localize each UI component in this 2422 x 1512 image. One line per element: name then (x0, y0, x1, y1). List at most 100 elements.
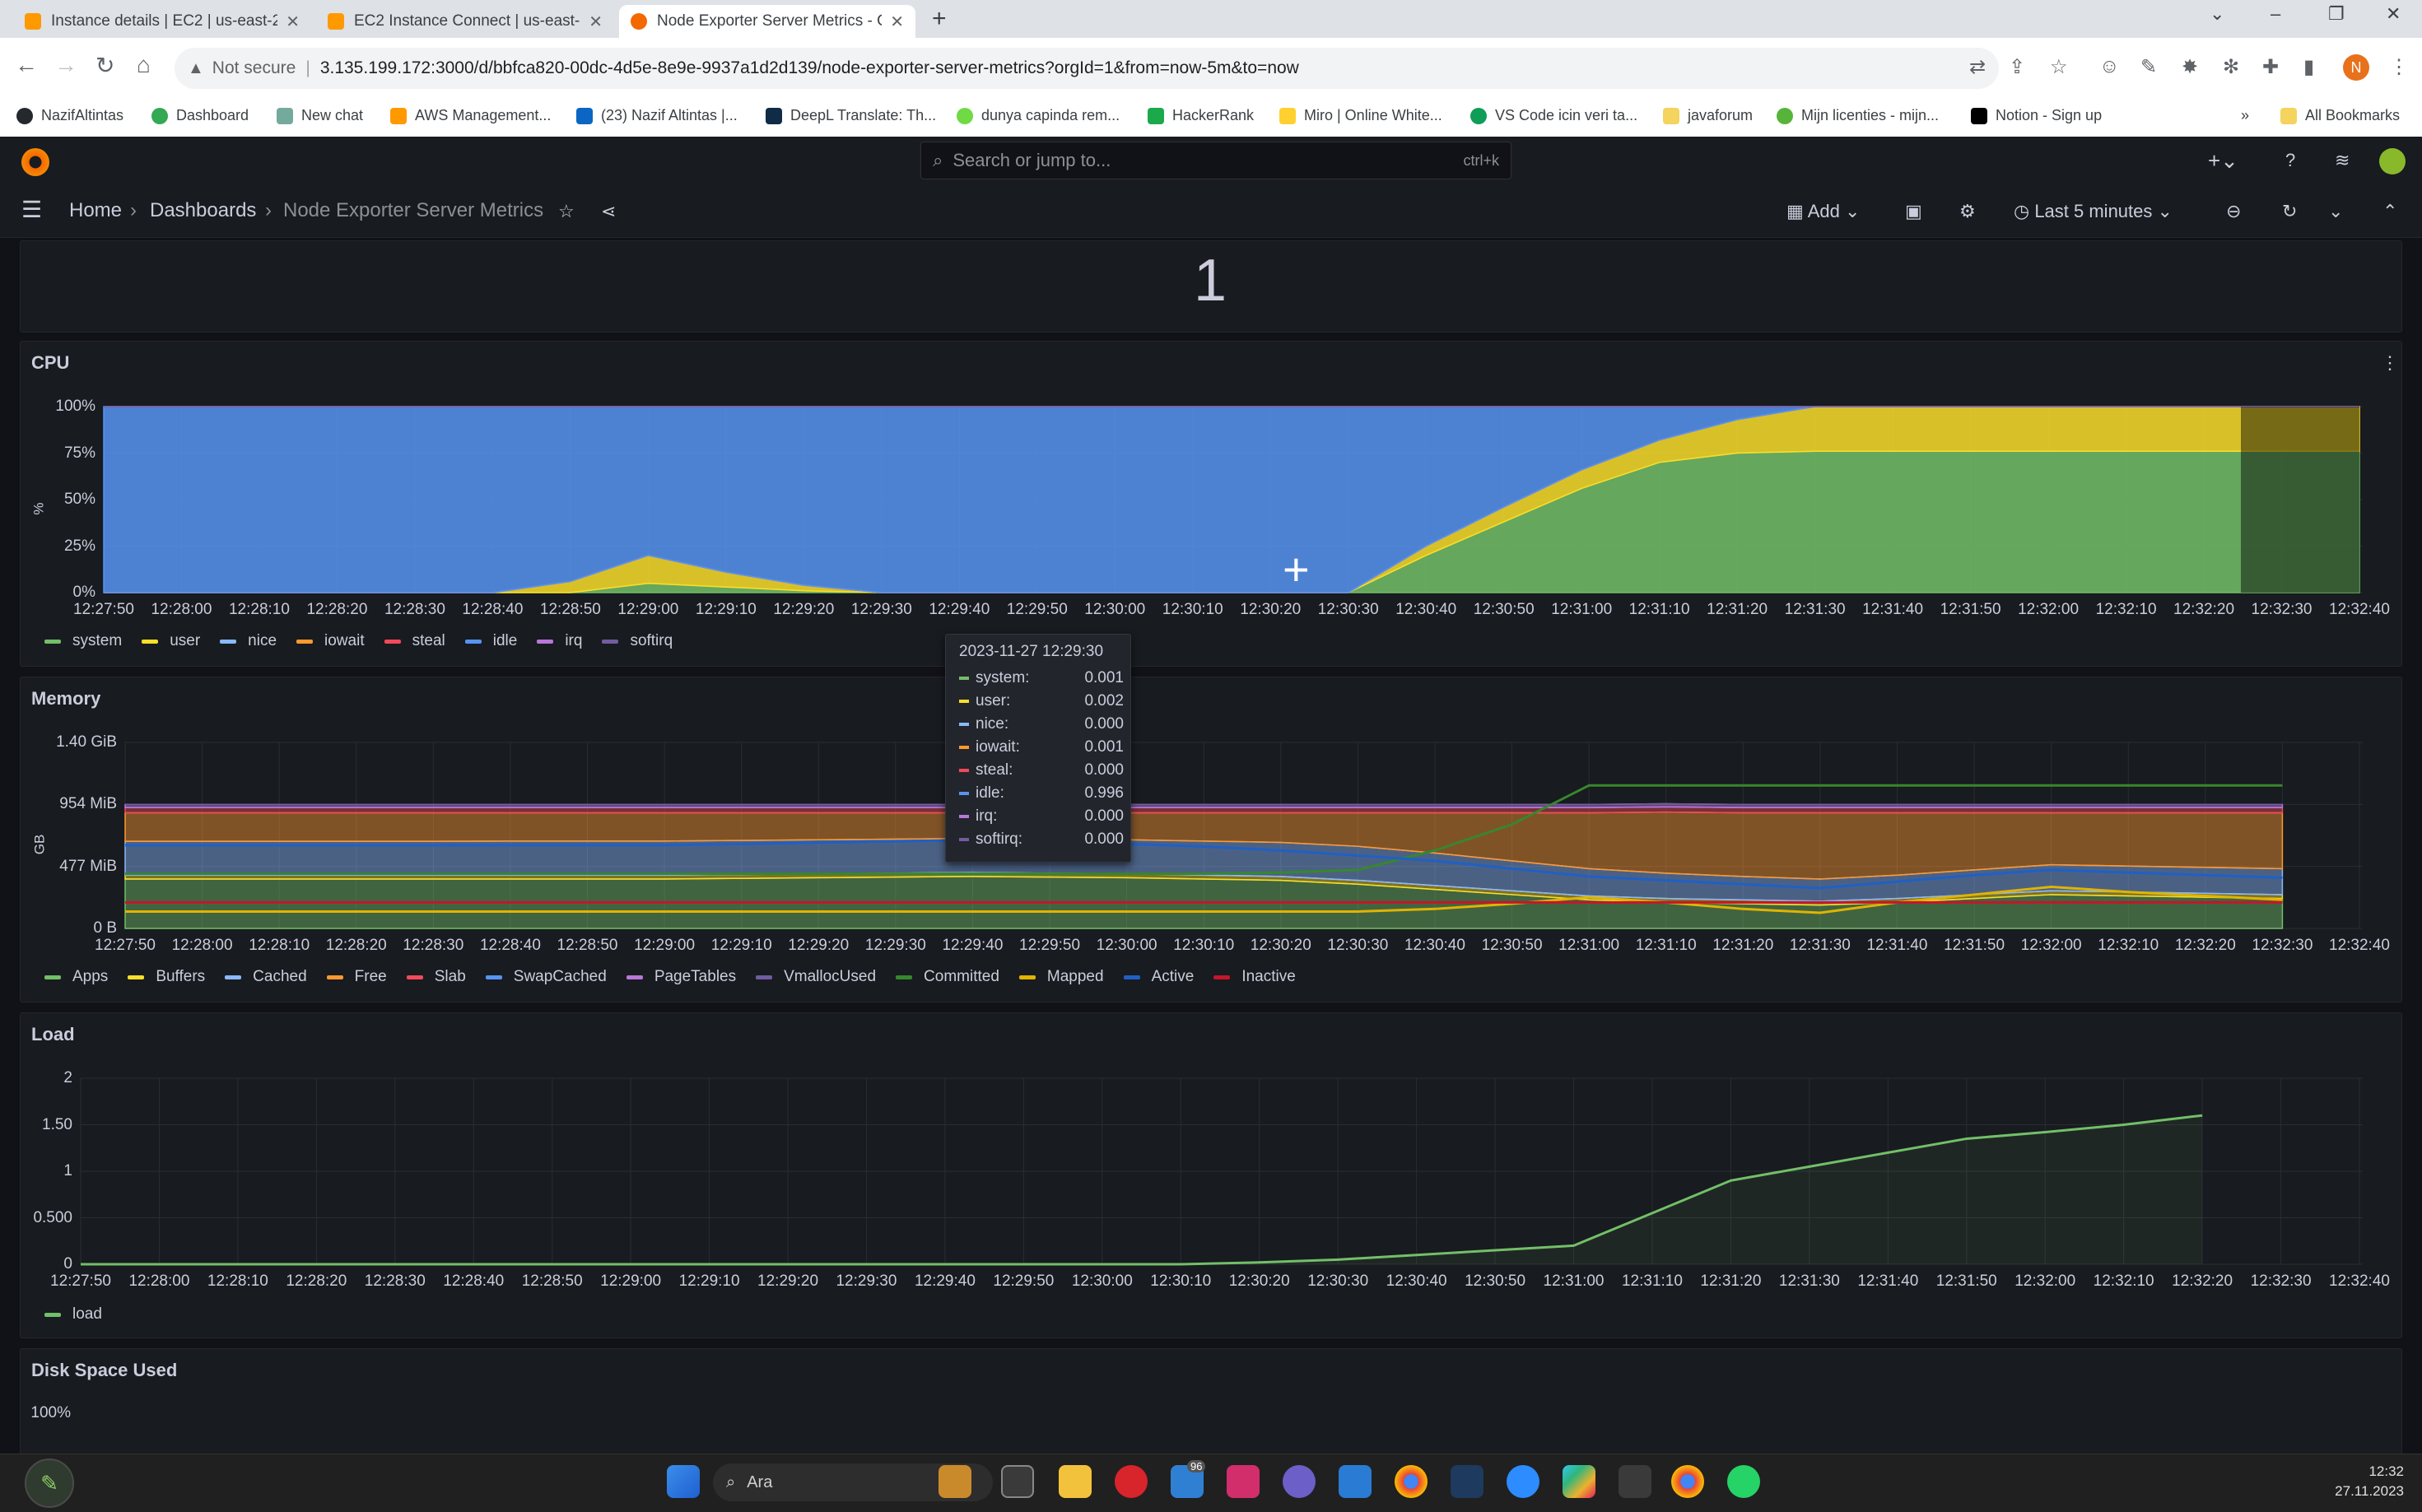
x-tick-label: 12:32:10 (2098, 937, 2159, 954)
tooltip-swatch (959, 723, 969, 726)
x-tick-label: 12:32:40 (2329, 937, 2390, 954)
windows-taskbar (0, 1454, 2422, 1512)
vs-icon[interactable] (1283, 1465, 1316, 1498)
x-tick-label: 12:29:10 (710, 937, 772, 954)
x-tick-label: 12:29:20 (788, 937, 850, 954)
x-tick-label: 12:28:40 (462, 601, 524, 618)
tooltip-label: softirq: (976, 830, 1023, 848)
x-tick-label: 12:31:50 (1944, 937, 2005, 954)
y-tick-label: 50% (63, 491, 95, 508)
disk-y-tick: 100% (30, 1404, 71, 1421)
x-tick-label: 12:29:00 (634, 937, 696, 954)
y-tick-label: 1.50 (42, 1115, 72, 1133)
datagrip-icon[interactable] (1619, 1465, 1651, 1498)
crosshair-cursor-icon: + (1283, 543, 1310, 595)
x-tick-label: 12:30:40 (1404, 937, 1465, 954)
x-tick-label: 12:31:20 (1700, 1272, 1762, 1290)
clock-time: 12:32 (2368, 1463, 2404, 1479)
x-tick-label: 12:28:00 (128, 1272, 190, 1290)
tooltip-swatch (959, 677, 969, 680)
briefcase-icon[interactable] (939, 1465, 971, 1498)
x-tick-label: 12:28:00 (151, 601, 212, 618)
x-tick-label: 12:32:20 (2172, 1272, 2233, 1290)
clock-date: 27.11.2023 (2335, 1483, 2404, 1499)
x-tick-label: 12:32:10 (2095, 601, 2157, 618)
x-tick-label: 12:28:30 (384, 601, 445, 618)
x-tick-label: 12:27:50 (50, 1272, 111, 1290)
y-tick-label: 0 (63, 1255, 72, 1272)
x-tick-label: 12:30:30 (1327, 937, 1389, 954)
x-tick-label: 12:30:00 (1071, 1272, 1133, 1290)
x-tick-label: 12:31:20 (1707, 601, 1768, 618)
x-tick-label: 12:29:20 (757, 1272, 819, 1290)
tooltip-label: steal: (976, 761, 1013, 779)
widgets-pen-icon[interactable]: ✎ (25, 1458, 74, 1508)
intellij-icon[interactable] (1227, 1465, 1260, 1498)
y-tick-label: 75% (63, 444, 95, 462)
x-tick-label: 12:29:00 (617, 601, 679, 618)
y-tick-label: 1.40 GiB (56, 733, 117, 751)
load-legend: load (44, 1305, 122, 1324)
y-tick-label: 477 MiB (59, 857, 117, 875)
x-tick-label: 12:31:30 (1789, 937, 1851, 954)
zoom-icon[interactable] (1507, 1465, 1539, 1498)
tooltip-swatch (959, 746, 969, 749)
x-tick-label: 12:30:20 (1228, 1272, 1290, 1290)
x-tick-label: 12:30:40 (1386, 1272, 1447, 1290)
tooltip-value: 0.000 (1084, 807, 1124, 825)
x-tick-label: 12:31:20 (1712, 937, 1774, 954)
x-tick-label: 12:28:50 (539, 601, 601, 618)
tooltip-swatch (959, 792, 969, 795)
x-tick-label: 12:28:20 (325, 937, 387, 954)
tooltip-swatch (959, 700, 969, 703)
x-tick-label: 12:29:20 (773, 601, 835, 618)
tooltip-swatch (959, 815, 969, 818)
x-tick-label: 12:31:50 (1935, 1272, 1997, 1290)
x-tick-label: 12:32:30 (2252, 937, 2313, 954)
tooltip-label: irq: (976, 807, 998, 825)
x-tick-label: 12:27:50 (95, 937, 156, 954)
x-tick-label: 12:31:00 (1558, 937, 1620, 954)
vscode-icon[interactable] (1339, 1465, 1372, 1498)
tooltip-row: nice: 0.000 (959, 715, 1124, 733)
x-tick-label: 12:30:50 (1481, 937, 1543, 954)
x-tick-label: 12:28:40 (443, 1272, 505, 1290)
x-tick-label: 12:28:40 (479, 937, 541, 954)
task-view-icon[interactable] (1001, 1465, 1034, 1498)
tooltip-swatch (959, 769, 969, 772)
whatsapp-icon[interactable] (1727, 1465, 1760, 1498)
chrome-icon[interactable] (1395, 1465, 1428, 1498)
x-tick-label: 12:32:00 (2014, 1272, 2076, 1290)
x-tick-label: 12:30:20 (1240, 601, 1302, 618)
x-tick-label: 12:30:10 (1162, 601, 1223, 618)
x-tick-label: 12:31:30 (1778, 1272, 1840, 1290)
powershell-icon[interactable] (1451, 1465, 1483, 1498)
x-tick-label: 12:27:50 (73, 601, 134, 618)
x-tick-label: 12:32:40 (2329, 1272, 2390, 1290)
tooltip-time: 2023-11-27 12:29:30 (959, 643, 1104, 660)
x-tick-label: 12:31:10 (1635, 937, 1697, 954)
tooltip-value: 0.002 (1084, 692, 1124, 709)
tooltip-label: nice: (976, 715, 1009, 733)
x-tick-label: 12:31:00 (1543, 1272, 1605, 1290)
y-tick-label: 0% (72, 584, 95, 601)
windows-start-icon[interactable] (667, 1465, 700, 1498)
legend-label: load (72, 1305, 102, 1323)
series-fill-load (81, 1115, 2203, 1264)
tooltip-row: user: 0.002 (959, 692, 1124, 710)
x-tick-label: 12:29:30 (836, 1272, 897, 1290)
slack-icon[interactable] (1563, 1465, 1595, 1498)
x-tick-label: 12:29:50 (1019, 937, 1081, 954)
tooltip-row: softirq: 0.000 (959, 830, 1124, 849)
x-tick-label: 12:29:30 (864, 937, 926, 954)
tooltip-row: iowait: 0.001 (959, 738, 1124, 756)
opera-icon[interactable] (1115, 1465, 1148, 1498)
cpu-tooltip: 2023-11-27 12:29:30 system: 0.001 user: 0.0… (945, 634, 1131, 863)
file-explorer-icon[interactable] (1059, 1465, 1092, 1498)
tooltip-label: user: (976, 692, 1011, 709)
x-tick-label: 12:29:40 (929, 601, 990, 618)
legend-swatch (44, 1312, 61, 1317)
chrome-profile-icon[interactable] (1671, 1465, 1704, 1498)
y-tick-label: 100% (55, 398, 95, 415)
x-tick-label: 12:30:30 (1317, 601, 1379, 618)
